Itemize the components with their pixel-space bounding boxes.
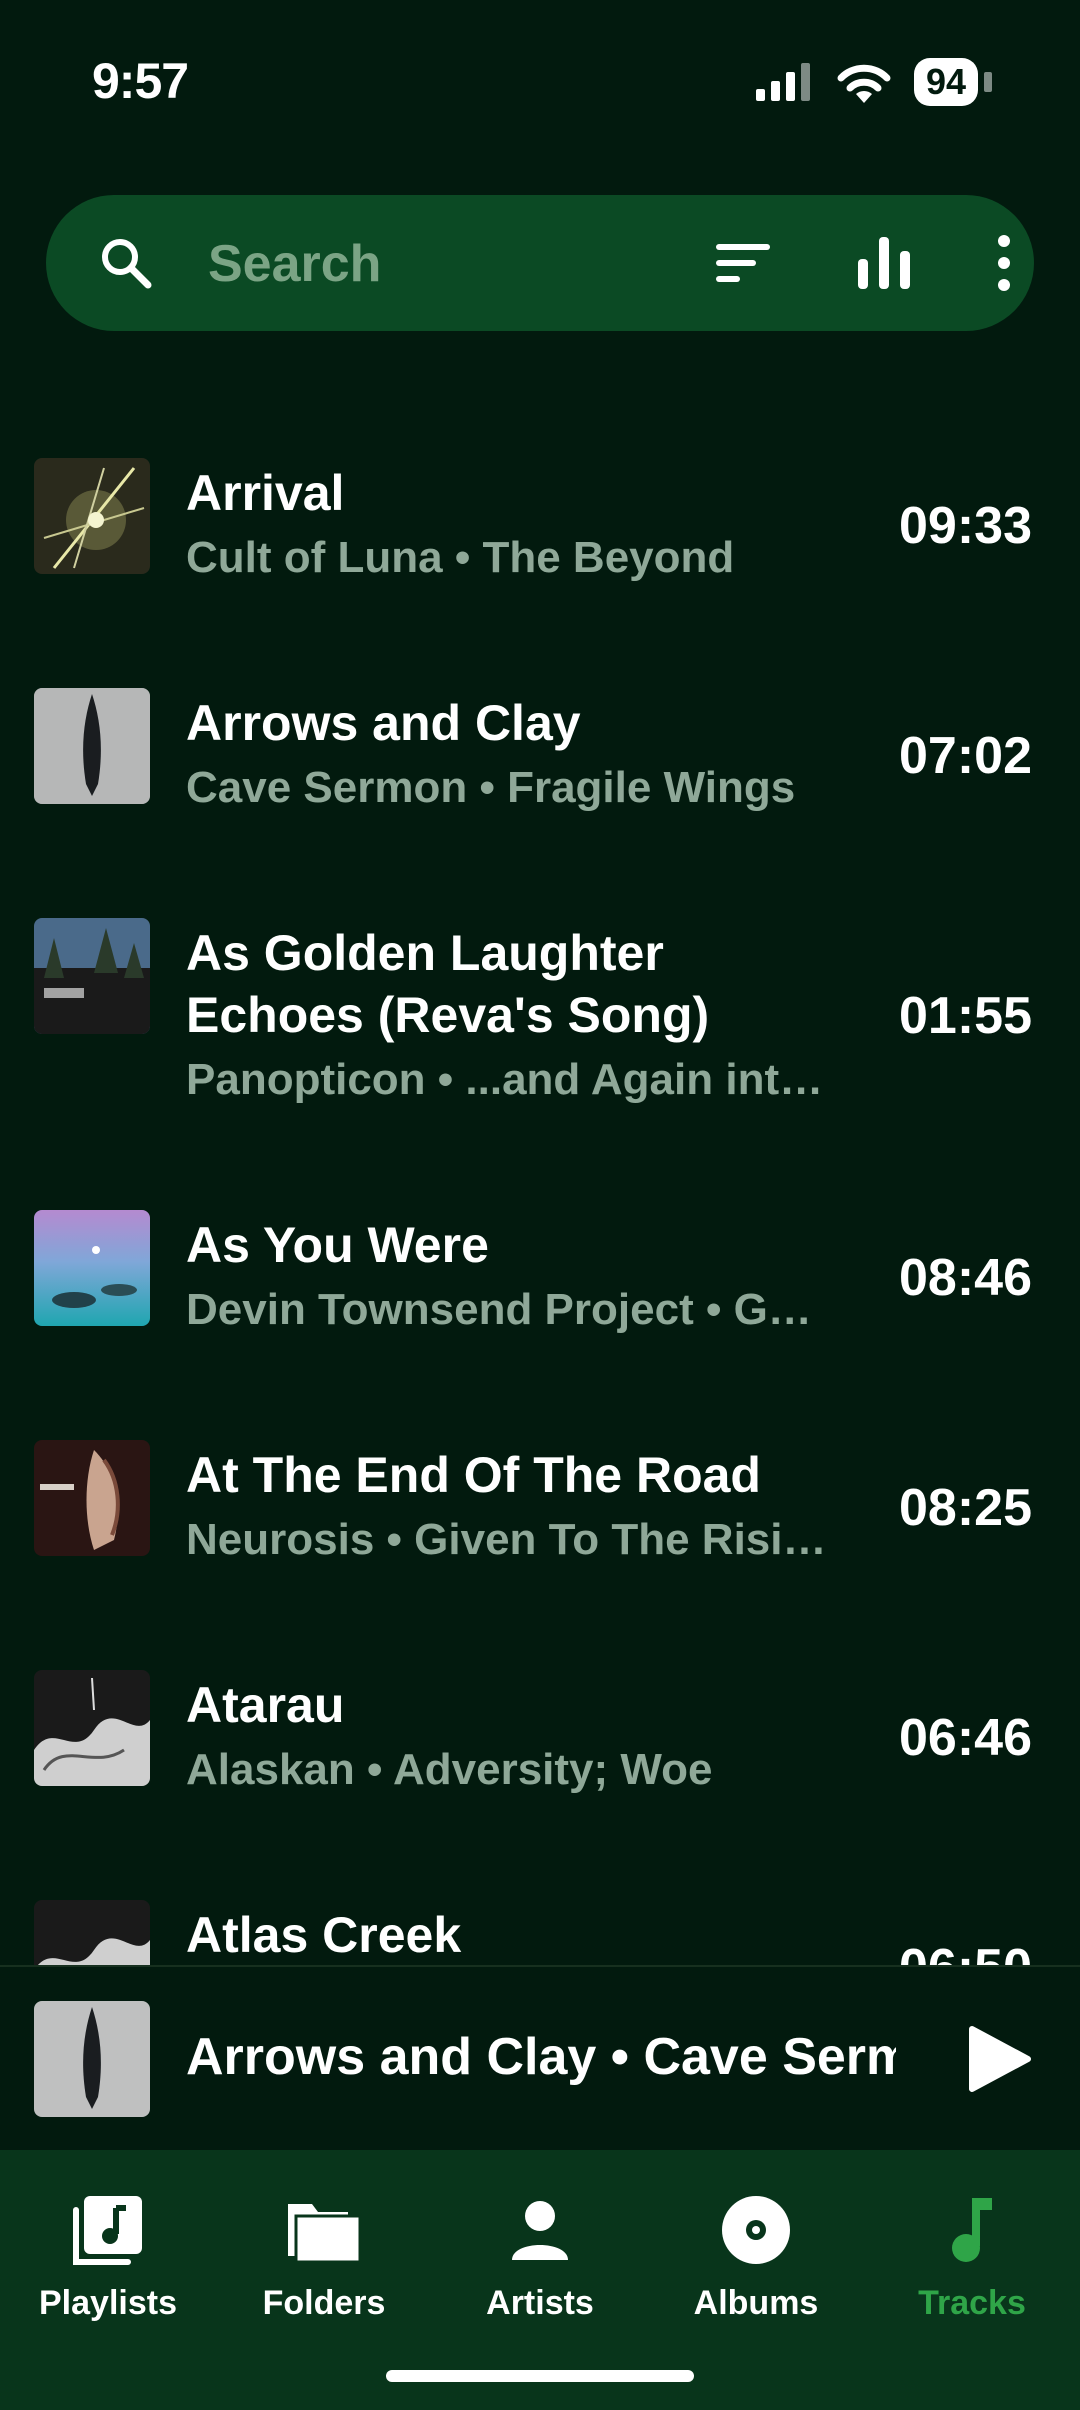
album-art [34,1440,150,1556]
track-title: As Golden Laughter Echoes (Reva's Song) [186,925,710,1043]
album-art [34,1670,150,1786]
track-duration: 07:02 [899,727,1032,785]
album-art [34,918,150,1034]
nav-label: Albums [693,2284,819,2322]
track-row[interactable]: Arrows and Clay Cave Sermon • Fragile Wi… [0,670,1080,900]
nav-label: Folders [262,2284,386,2322]
nav-label: Playlists [39,2284,177,2322]
track-row[interactable]: As Golden Laughter Echoes (Reva's Song) … [0,900,1080,1192]
more-options-icon[interactable] [986,233,1022,293]
track-subtitle: Devin Townsend Project • Gh… [186,1285,836,1334]
person-icon [512,2201,568,2260]
equalizer-icon[interactable] [854,235,914,291]
play-icon[interactable] [962,2023,1034,2095]
nav-tracks[interactable]: Tracks [872,2190,1072,2323]
nav-folders[interactable]: Folders [224,2190,424,2323]
track-subtitle: Cult of Luna • The Beyond [186,533,735,582]
track-duration: 08:25 [899,1479,1032,1537]
wifi-icon [837,64,891,103]
track-title: Atlas Creek [186,1907,462,1963]
track-title: Arrows and Clay [186,695,581,751]
sort-icon[interactable] [714,238,774,288]
track-title: Arrival [186,465,345,521]
track-title: At The End Of The Road [186,1447,761,1503]
home-indicator[interactable] [386,2370,694,2382]
track-row[interactable]: Atarau Alaskan • Adversity; Woe 06:46 [0,1652,1080,1882]
status-icons: 94 [755,58,992,106]
now-playing-text: Arrows and Clay • Cave Sermon [186,2028,896,2086]
nav-albums[interactable]: Albums [656,2190,856,2323]
track-row[interactable]: As You Were Devin Townsend Project • Gh…… [0,1192,1080,1422]
battery-tip [984,72,992,92]
track-subtitle: Cave Sermon • Fragile Wings [186,763,796,812]
track-duration: 01:55 [899,987,1032,1045]
track-subtitle: Panopticon • ...and Again int… [186,1055,824,1104]
track-title: Atarau [186,1677,345,1733]
track-row[interactable]: Atlas Creek 06:50 [0,1882,1080,1965]
signal-icon [755,63,810,101]
search-icon[interactable] [98,235,154,291]
nav-playlists[interactable]: Playlists [8,2190,208,2323]
track-row[interactable]: At The End Of The Road Neurosis • Given … [0,1422,1080,1652]
status-bar: 9:57 94 [0,0,1080,170]
now-playing-art [34,2001,150,2117]
track-duration: 08:46 [899,1249,1032,1307]
track-subtitle: Alaskan • Adversity; Woe [186,1745,713,1794]
track-title: As You Were [186,1217,489,1273]
track-duration: 06:46 [899,1709,1032,1767]
album-art [34,458,150,574]
album-art [34,1900,150,1965]
now-playing-bar[interactable]: Arrows and Clay • Cave Sermon [0,1965,1080,2152]
nav-label: Artists [486,2284,594,2322]
track-subtitle: Neurosis • Given To The Risi… [186,1515,827,1564]
playlists-icon [73,2196,142,2265]
battery-indicator: 94 [913,58,978,106]
track-row[interactable]: Arrival Cult of Luna • The Beyond 09:33 [0,440,1080,670]
status-time: 9:57 [92,53,189,109]
search-bar [46,195,1034,331]
album-art [34,1210,150,1326]
track-duration: 06:50 [899,1938,1032,1965]
search-input[interactable] [206,225,650,303]
folder-icon [288,2204,362,2264]
nav-label: Tracks [918,2284,1026,2322]
nav-artists[interactable]: Artists [440,2190,640,2323]
album-disc-icon [722,2196,790,2264]
music-note-icon [952,2198,992,2262]
album-art [34,688,150,804]
track-list: Arrival Cult of Luna • The Beyond 09:33 … [0,440,1080,1965]
track-duration: 09:33 [899,497,1032,555]
